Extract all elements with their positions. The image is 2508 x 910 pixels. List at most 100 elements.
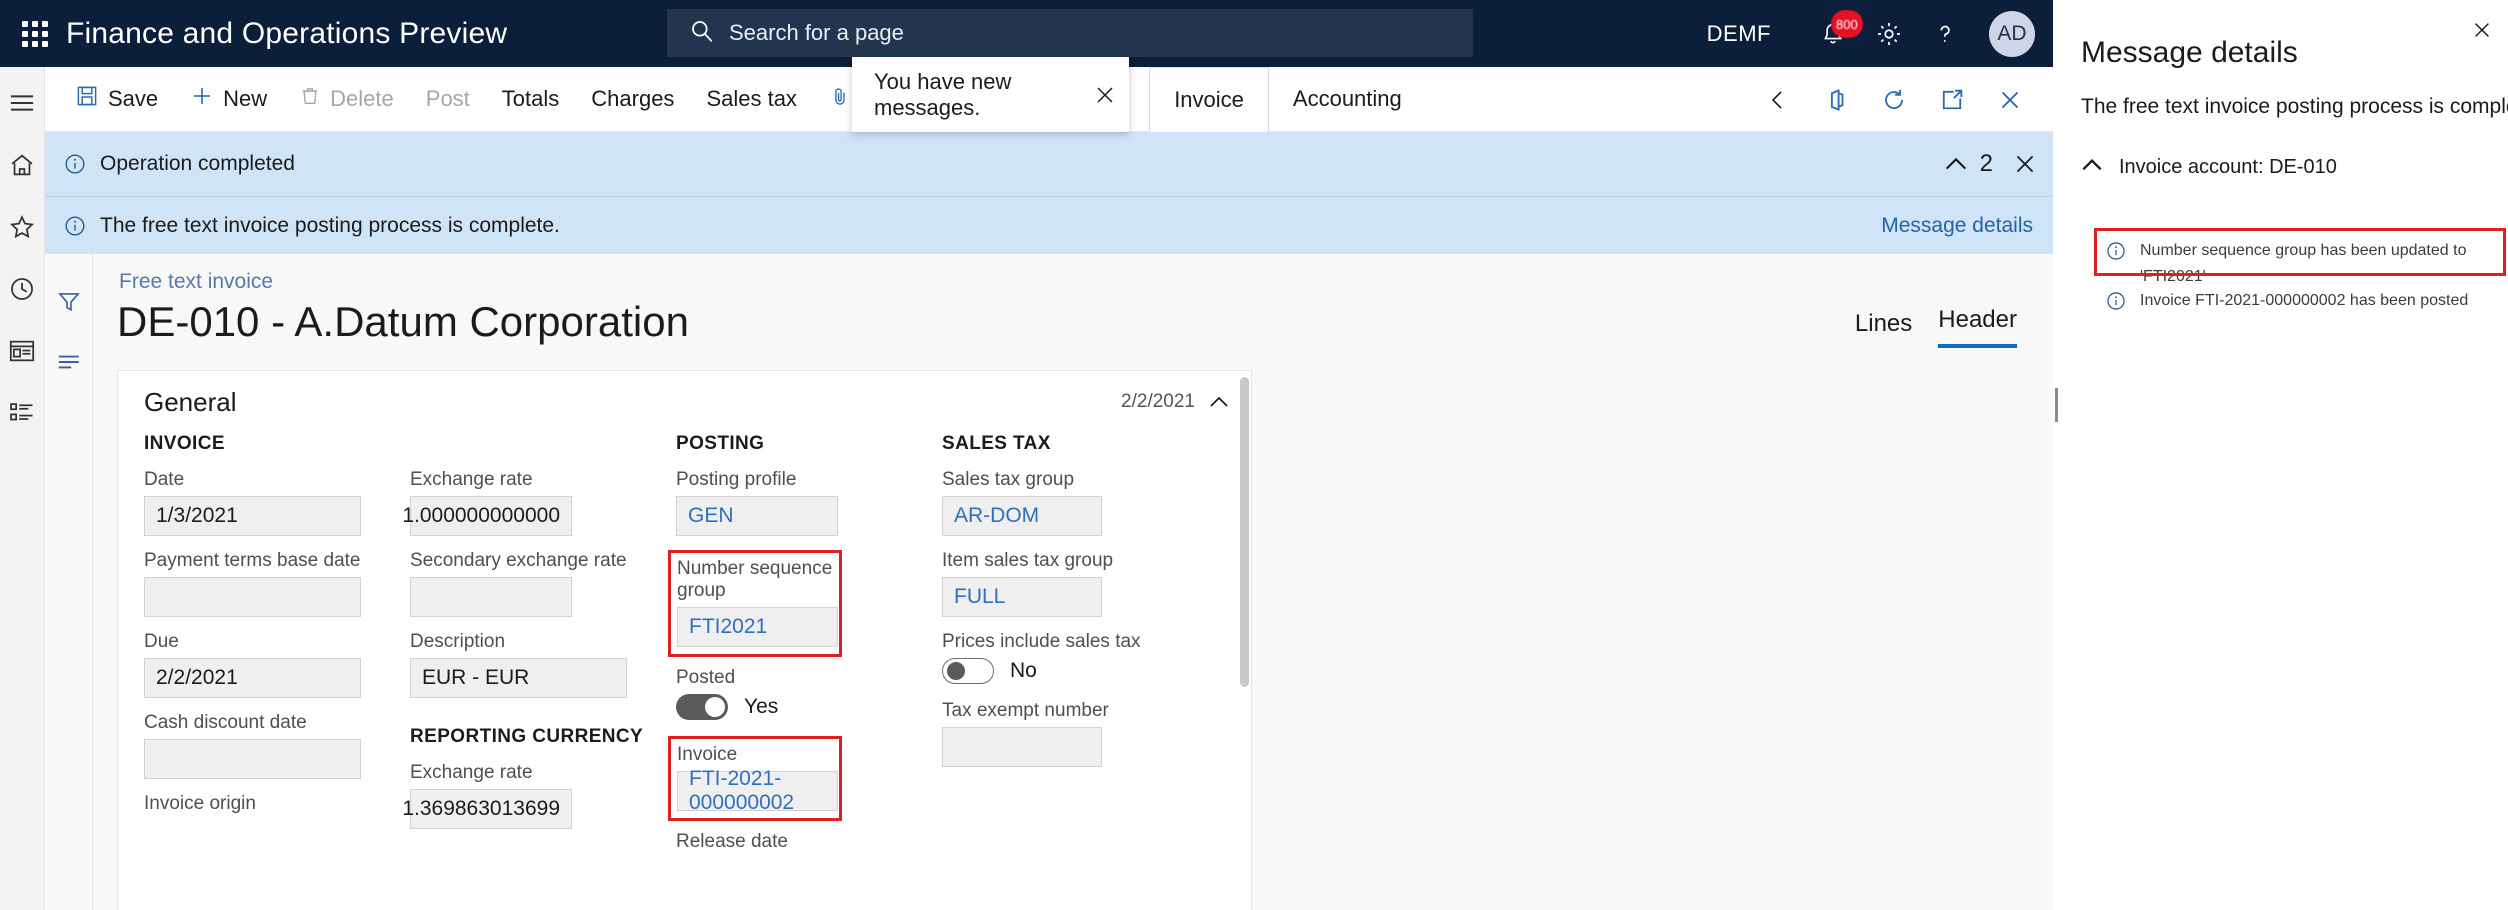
info-circle-icon — [2105, 240, 2127, 267]
general-card-title: General — [144, 386, 237, 417]
notifications-button[interactable]: 800 — [1805, 0, 1863, 67]
field-release-date-label: Release date — [676, 831, 788, 852]
message-details-close-icon[interactable] — [2462, 10, 2502, 50]
message-details-link[interactable]: Message details — [1881, 197, 2033, 255]
field-invoice-input[interactable]: FTI-2021-000000002 — [677, 767, 838, 814]
close-icon[interactable] — [1981, 67, 2039, 132]
help-button[interactable] — [1917, 0, 1973, 67]
field-invoice-origin-label: Invoice origin — [144, 793, 256, 814]
new-label: New — [223, 86, 268, 111]
field-date-input[interactable]: 1/3/2021 — [144, 496, 361, 536]
list-icon[interactable] — [0, 385, 45, 441]
popout-icon[interactable] — [1923, 67, 1981, 132]
field-posted-label: Posted — [676, 667, 736, 688]
message-details-item-text: Number sequence group has been updated t… — [2140, 242, 2467, 285]
paperclip-icon — [829, 84, 851, 114]
page-tabs: Lines Header — [1855, 306, 2017, 348]
group-heading-sales-tax: SALES TAX — [942, 433, 1051, 454]
field-tax-exempt-number: Tax exempt number — [942, 700, 1208, 767]
general-card-header[interactable]: General 2/2/2021 — [118, 371, 1251, 433]
posted-toggle[interactable] — [676, 694, 728, 720]
field-due: Due 2/2/2021 — [144, 631, 410, 698]
breadcrumb[interactable]: Free text invoice — [119, 270, 273, 294]
field-tax-exempt-number-input[interactable] — [942, 727, 1102, 767]
field-secondary-exchange-rate-input[interactable] — [410, 577, 572, 617]
tab-invoice-label: Invoice — [1174, 86, 1244, 112]
collapse-pane-chevron-icon[interactable] — [1749, 67, 1807, 132]
totals-button[interactable]: Totals — [486, 67, 575, 132]
tab-accounting-label: Accounting — [1292, 86, 1402, 111]
search-input[interactable]: Search for a page — [667, 9, 1473, 57]
field-description-input[interactable]: EUR - EUR — [410, 658, 627, 698]
field-sales-tax-group-input[interactable]: AR-DOM — [942, 496, 1102, 536]
field-cash-discount-date-input[interactable] — [144, 739, 361, 779]
chevron-up-icon[interactable] — [1207, 392, 1231, 412]
hamburger-menu-icon[interactable] — [0, 75, 45, 131]
notification-count-badge: 800 — [1831, 10, 1863, 38]
legal-entity-label[interactable]: DEMF — [1707, 21, 1771, 47]
message-bar-close-icon[interactable] — [1997, 132, 2053, 196]
page-header: Free text invoice DE-010 - A.Datum Corpo… — [93, 254, 2053, 370]
field-release-date: Release date — [676, 831, 942, 853]
pane-resize-handle[interactable] — [2055, 388, 2058, 422]
field-payment-terms-base-date: Payment terms base date — [144, 550, 410, 617]
tab-lines[interactable]: Lines — [1855, 310, 1912, 348]
star-icon[interactable] — [0, 199, 45, 255]
save-button[interactable]: Save — [59, 67, 174, 132]
message-details-summary: The free text invoice posting process is… — [2081, 95, 2508, 118]
charges-label: Charges — [591, 86, 675, 111]
clock-icon[interactable] — [0, 261, 45, 317]
delete-button[interactable]: Delete — [283, 67, 410, 132]
sales-tax-button[interactable]: Sales tax — [690, 67, 813, 132]
trash-icon — [299, 84, 321, 114]
filter-funnel-icon[interactable] — [45, 272, 93, 332]
field-reporting-exchange-rate-label: Exchange rate — [410, 762, 533, 783]
field-exchange-rate-input[interactable]: 1.000000000000 — [402, 496, 572, 536]
post-button[interactable]: Post — [410, 67, 486, 132]
field-reporting-exchange-rate: Exchange rate 1.369863013699 — [402, 762, 676, 829]
info-circle-icon — [63, 152, 87, 176]
avatar[interactable]: AD — [1989, 10, 2035, 57]
field-payment-terms-base-date-input[interactable] — [144, 577, 361, 617]
totals-label: Totals — [501, 86, 560, 111]
field-tax-exempt-number-label: Tax exempt number — [942, 700, 1109, 721]
card-scrollbar-thumb[interactable] — [1240, 377, 1249, 687]
field-cash-discount-date: Cash discount date — [144, 712, 410, 779]
toast-notification: You have new messages. — [852, 57, 1129, 132]
toolbar-right-icons — [1749, 67, 2039, 132]
office-app-icon[interactable] — [1807, 67, 1865, 132]
tab-invoice[interactable]: Invoice — [1149, 66, 1269, 132]
search-icon — [689, 18, 715, 49]
field-due-input[interactable]: 2/2/2021 — [144, 658, 361, 698]
sales-tax-label: Sales tax — [706, 86, 797, 111]
column-currency: Exchange rate 1.000000000000 Secondary e… — [402, 433, 676, 867]
new-button[interactable]: New — [174, 67, 283, 132]
field-description-label: Description — [410, 631, 506, 652]
message-collapse-button[interactable]: 2 — [1938, 150, 1997, 178]
message-bar-controls: 2 — [1938, 132, 2053, 196]
settings-button[interactable] — [1861, 0, 1917, 67]
waffle-grid-icon[interactable] — [18, 17, 52, 51]
home-icon[interactable] — [0, 137, 45, 193]
field-prices-include-sales-tax: Prices include sales tax No — [942, 631, 1208, 684]
main-region: Finance and Operations Preview Search fo… — [0, 0, 2053, 910]
tab-header[interactable]: Header — [1938, 306, 2017, 348]
posted-toggle-value: Yes — [744, 695, 779, 718]
field-reporting-exchange-rate-input[interactable]: 1.369863013699 — [402, 789, 572, 829]
tab-accounting[interactable]: Accounting — [1269, 67, 1426, 132]
message-primary-text: Operation completed — [100, 152, 295, 175]
toast-close-icon[interactable] — [1081, 57, 1129, 132]
field-item-sales-tax-group-label: Item sales tax group — [942, 550, 1114, 571]
refresh-icon[interactable] — [1865, 67, 1923, 132]
charges-button[interactable]: Charges — [575, 67, 690, 132]
search-placeholder: Search for a page — [729, 20, 904, 45]
general-fasttab-card: General 2/2/2021 INVOICE Date 1/3/2021 P… — [117, 370, 1252, 910]
field-number-sequence-group-input[interactable]: FTI2021 — [677, 607, 838, 647]
lines-icon[interactable] — [45, 332, 93, 392]
field-posting-profile-input[interactable]: GEN — [676, 496, 838, 536]
message-details-group-header[interactable]: Invoice account: DE-010 — [2079, 155, 2337, 180]
prices-include-sales-tax-toggle[interactable] — [942, 658, 994, 684]
workspace-icon[interactable] — [0, 323, 45, 379]
message-secondary-text: The free text invoice posting process is… — [100, 213, 560, 237]
field-item-sales-tax-group-input[interactable]: FULL — [942, 577, 1102, 617]
